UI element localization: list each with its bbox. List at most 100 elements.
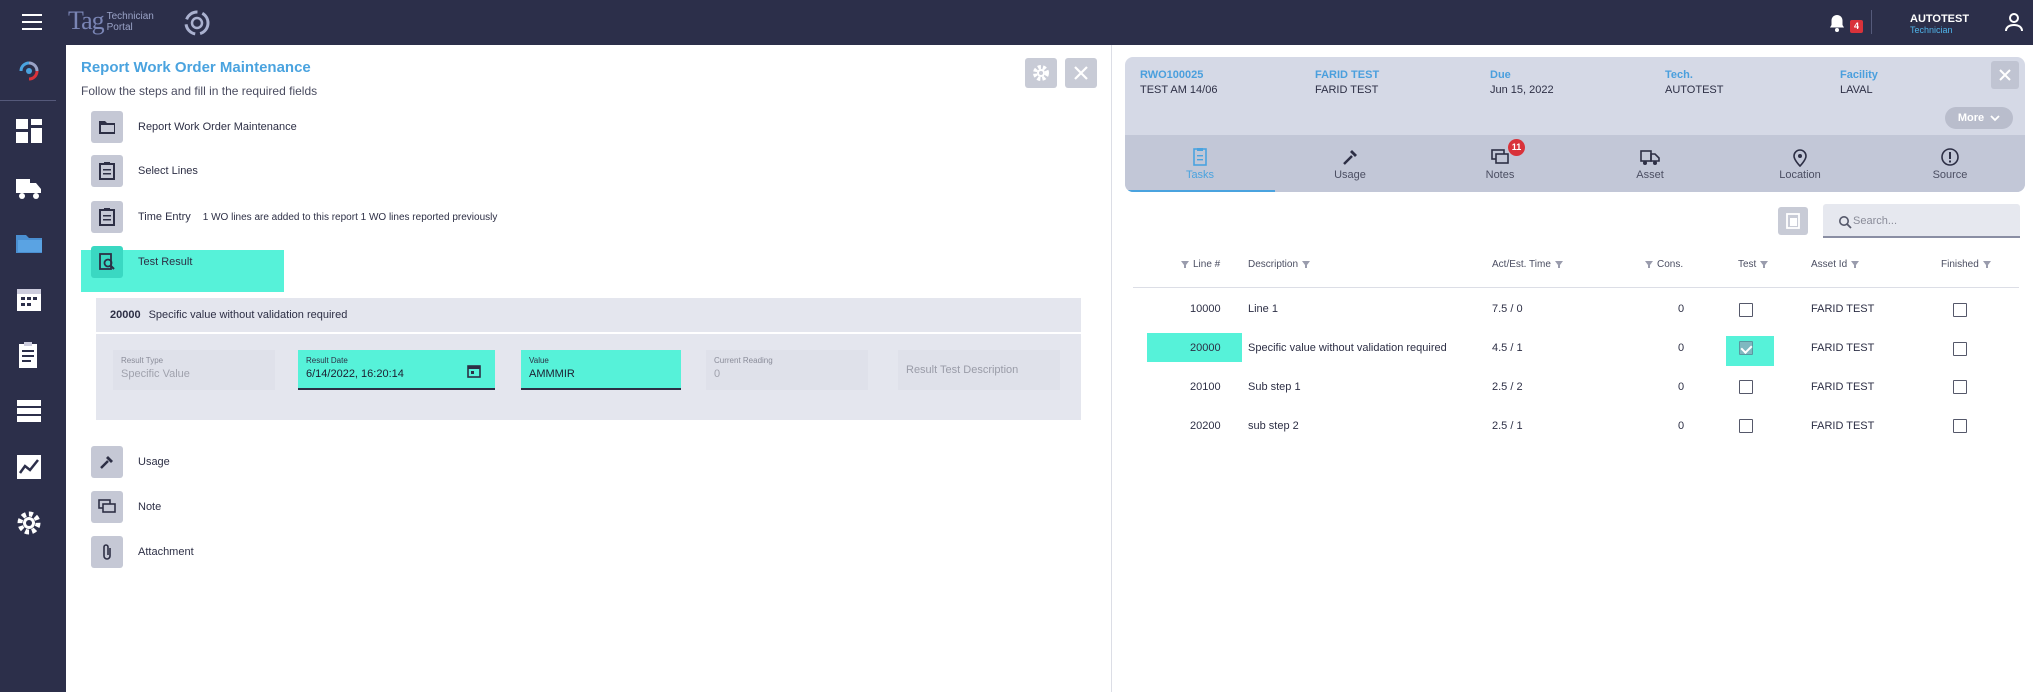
filter-icon[interactable]	[1982, 261, 1991, 268]
filter-icon[interactable]	[1851, 261, 1860, 268]
chevron-down-icon	[1990, 114, 2000, 121]
clipboard-icon	[91, 201, 123, 233]
tab-notes[interactable]: Notes 11	[1425, 135, 1575, 192]
calendar-icon[interactable]	[467, 364, 481, 378]
step-attachment[interactable]: Attachment	[91, 536, 194, 568]
step-note[interactable]: Note	[91, 491, 161, 523]
notes-count-badge: 11	[1508, 139, 1525, 156]
row-finished-checkbox[interactable]	[1953, 303, 1967, 317]
step-test-result[interactable]: Test Result	[91, 246, 192, 278]
wrench-icon	[1343, 149, 1357, 165]
row-asset: FARID TEST	[1811, 342, 1875, 354]
result-date-label: Result Date	[306, 356, 348, 365]
row-asset: FARID TEST	[1811, 381, 1875, 393]
filter-icon[interactable]	[1645, 261, 1653, 268]
menu-icon[interactable]	[22, 14, 42, 30]
user-name[interactable]: AUTOTEST	[1910, 13, 1969, 25]
left-nav	[0, 45, 66, 692]
current-reading-field: Current Reading 0	[706, 350, 868, 390]
row-asset: FARID TEST	[1811, 420, 1875, 432]
row-test-checkbox[interactable]	[1739, 303, 1753, 317]
wo-facility-column: Facility LAVAL	[1840, 69, 1878, 96]
truck-icon[interactable]	[13, 171, 45, 203]
copy-button[interactable]	[1778, 207, 1808, 235]
folder-icon[interactable]	[13, 227, 45, 259]
wo-tech-label: Tech.	[1665, 69, 1693, 81]
row-line: 20100	[1190, 381, 1221, 393]
tab-tasks[interactable]: Tasks	[1125, 135, 1275, 192]
row-finished-checkbox[interactable]	[1953, 419, 1967, 433]
tab-label: Notes	[1485, 168, 1515, 181]
result-date-field[interactable]: Result Date 6/14/2022, 16:20:14	[298, 350, 495, 390]
more-label: More	[1957, 112, 1985, 124]
value-field[interactable]: Value AMMMIR	[521, 350, 681, 390]
tab-asset[interactable]: Asset	[1575, 135, 1725, 192]
column-header-cons[interactable]: Cons.	[1645, 259, 1683, 270]
step-time-entry[interactable]: Time Entry 1 WO lines are added to this …	[91, 201, 497, 233]
row-test-checkbox[interactable]	[1739, 419, 1753, 433]
wo-tabs: Tasks Usage Notes 11 Asset Location Sour…	[1125, 135, 2025, 192]
column-label: Description	[1248, 259, 1299, 270]
row-test-checkbox[interactable]	[1739, 380, 1753, 394]
filter-icon[interactable]	[1760, 261, 1769, 268]
user-role: Technician	[1910, 25, 1953, 35]
row-line: 20200	[1190, 420, 1221, 432]
tab-label: Source	[1932, 168, 1968, 181]
column-label: Finished	[1941, 259, 1979, 270]
step-label: Select Lines	[138, 165, 198, 177]
wo-tech-column: Tech. AUTOTEST	[1665, 69, 1723, 96]
column-label: Act/Est. Time	[1492, 259, 1551, 270]
tag-logo-icon[interactable]	[13, 55, 45, 87]
user-icon[interactable]	[2003, 11, 2025, 33]
column-label: Test	[1738, 259, 1757, 270]
column-header-line[interactable]: Line #	[1181, 259, 1220, 270]
column-header-asset[interactable]: Asset Id	[1811, 259, 1860, 270]
row-test-checkbox[interactable]	[1739, 341, 1753, 355]
chart-icon[interactable]	[13, 451, 45, 483]
paperclip-icon	[91, 536, 123, 568]
filter-icon[interactable]	[1302, 261, 1311, 268]
search-box[interactable]	[1823, 204, 2020, 238]
brand-sub-line1: Technician	[106, 11, 154, 22]
tasks-icon	[1193, 147, 1207, 166]
current-reading-label: Current Reading	[714, 356, 773, 365]
row-finished-checkbox[interactable]	[1953, 380, 1967, 394]
row-time: 2.5 / 2	[1492, 381, 1523, 393]
clipboard-icon[interactable]	[13, 339, 45, 371]
tab-source[interactable]: Source	[1875, 135, 2025, 192]
more-button[interactable]: More	[1945, 107, 2013, 129]
column-label: Line #	[1193, 259, 1221, 270]
column-header-test[interactable]: Test	[1738, 259, 1769, 270]
wo-asset-label[interactable]: FARID TEST	[1315, 69, 1379, 81]
table-header-divider	[1133, 287, 2019, 288]
step-usage[interactable]: Usage	[91, 446, 170, 478]
dashboard-icon[interactable]	[13, 115, 45, 147]
wo-close-button[interactable]	[1991, 61, 2019, 89]
result-description-placeholder: Result Test Description	[906, 364, 1019, 376]
column-header-description[interactable]: Description	[1248, 259, 1311, 270]
tab-usage[interactable]: Usage	[1275, 135, 1425, 192]
bell-icon[interactable]	[1826, 12, 1848, 34]
result-description-field[interactable]: Result Test Description	[898, 350, 1060, 390]
column-header-finished[interactable]: Finished	[1941, 259, 1991, 270]
row-finished-checkbox[interactable]	[1953, 342, 1967, 356]
calendar-icon[interactable]	[13, 283, 45, 315]
brand-sub: Technician Portal	[107, 11, 154, 33]
search-input[interactable]	[1853, 212, 2003, 230]
wo-due-column: Due Jun 15, 2022	[1490, 69, 1554, 96]
tab-location[interactable]: Location	[1725, 135, 1875, 192]
wo-number[interactable]: RWO100025	[1140, 69, 1217, 81]
pin-icon	[1793, 148, 1807, 167]
column-header-time[interactable]: Act/Est. Time	[1492, 259, 1563, 270]
close-button[interactable]	[1065, 58, 1097, 88]
settings-button[interactable]	[1025, 58, 1057, 88]
wrench-icon	[91, 446, 123, 478]
step-report-work-order[interactable]: Report Work Order Maintenance	[91, 111, 297, 143]
filter-icon[interactable]	[1181, 261, 1189, 268]
filter-icon[interactable]	[1554, 261, 1563, 268]
settings-icon[interactable]	[13, 507, 45, 539]
row-description: Sub step 1	[1248, 381, 1301, 393]
step-select-lines[interactable]: Select Lines	[91, 155, 198, 187]
panel-divider	[1111, 45, 1112, 692]
list-icon[interactable]	[13, 395, 45, 427]
